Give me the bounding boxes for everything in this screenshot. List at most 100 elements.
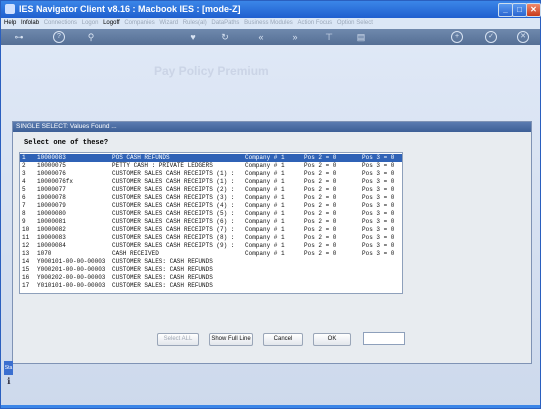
menu-infolab[interactable]: Infolab (21, 20, 39, 26)
list-item-code: 10000076 (37, 170, 66, 177)
list-item-pos2: Pos 2 = 0 (304, 194, 337, 201)
list-item-pos3: Pos 3 = 0 (362, 250, 395, 257)
list-item[interactable]: 2 10000075 PETTY CASH : PRIVATE LEDGERS Com… (20, 162, 402, 170)
add-icon[interactable]: + (451, 31, 463, 43)
list-item-code: 10000076fx (37, 178, 74, 185)
list-icon[interactable]: ▤ (355, 31, 367, 43)
list-item[interactable]: 7 10000079 CUSTOMER SALES CASH RECEIPTS (4… (20, 202, 402, 210)
menu-help[interactable]: Help (4, 20, 16, 26)
list-item-pos3: Pos 3 = 0 (362, 162, 395, 169)
title-bar[interactable]: IES Navigator Client v8.16 : Macbook IES… (1, 1, 541, 18)
list-item-company: Company # 1 (245, 186, 285, 193)
list-item-pos2: Pos 2 = 0 (304, 226, 337, 233)
menu-logoff[interactable]: Logoff (103, 20, 120, 26)
list-item-num: 11 (22, 234, 30, 241)
list-item-pos3: Pos 3 = 0 (362, 218, 395, 225)
list-item-num: 3 (22, 170, 26, 177)
forward-icon[interactable]: » (289, 31, 301, 43)
list-item-company: Company # 1 (245, 226, 285, 233)
menu-action-focus[interactable]: Action Focus (297, 20, 332, 26)
list-item[interactable]: 11 10000083 CUSTOMER SALES CASH RECEIPTS (… (20, 234, 402, 242)
list-item[interactable]: 13 1070 CASH RECEIVED Company # 1 Pos 2 = 0 P… (20, 250, 402, 258)
list-item-code: 10000083 (37, 234, 66, 241)
menu-wizard[interactable]: Wizard (159, 20, 178, 26)
list-item-company: Company # 1 (245, 202, 285, 209)
list-item-code: 10000081 (37, 218, 66, 225)
values-list[interactable]: 1 10000083 POS CASH REFUNDS Company # 1 Pos … (19, 152, 403, 294)
goto-input[interactable] (363, 332, 405, 345)
list-item-code: 10000078 (37, 194, 66, 201)
list-item[interactable]: 9 10000081 CUSTOMER SALES CASH RECEIPTS (6… (20, 218, 402, 226)
list-item-num: 2 (22, 162, 26, 169)
menu-rules[interactable]: Rules(al) (183, 20, 207, 26)
list-item-pos2: Pos 2 = 0 (304, 250, 337, 257)
list-item[interactable]: 17 Y010101-00-00-00003 CUSTOMER SALES: CAS… (20, 282, 402, 290)
list-item-pos3: Pos 3 = 0 (362, 154, 395, 161)
close-icon[interactable]: ✕ (517, 31, 529, 43)
check-icon[interactable]: ✓ (485, 31, 497, 43)
list-item[interactable]: 8 10000080 CUSTOMER SALES CASH RECEIPTS (5… (20, 210, 402, 218)
list-item-company: Company # 1 (245, 178, 285, 185)
list-item[interactable]: 5 10000077 CUSTOMER SALES CASH RECEIPTS (2… (20, 186, 402, 194)
list-item-desc: CUSTOMER SALES: CASH REFUNDS (112, 266, 213, 273)
list-item-code: 1070 (37, 250, 52, 257)
list-item[interactable]: 3 10000076 CUSTOMER SALES CASH RECEIPTS (1… (20, 170, 402, 178)
list-item-num: 13 (22, 250, 30, 257)
select-all-button[interactable]: Select ALL (157, 333, 199, 346)
list-item-num: 1 (22, 154, 26, 161)
menu-companies[interactable]: Companies (124, 20, 154, 26)
filter-icon[interactable]: ⊤ (323, 31, 335, 43)
heart-icon[interactable]: ♥ (187, 31, 199, 43)
list-item-code: 10000077 (37, 186, 66, 193)
show-full-line-button[interactable]: Show Full Line (209, 333, 253, 346)
list-item-company: Company # 1 (245, 250, 285, 257)
menu-logon[interactable]: Logon (82, 20, 99, 26)
list-item[interactable]: 16 Y000202-00-00-00003 CUSTOMER SALES: CAS… (20, 274, 402, 282)
refresh-icon[interactable]: ↻ (219, 31, 231, 43)
list-item-company: Company # 1 (245, 242, 285, 249)
list-item-desc: CUSTOMER SALES: CASH REFUNDS (112, 282, 213, 289)
key-icon[interactable]: ⊶ (9, 31, 29, 43)
list-item-desc: CASH RECEIVED (112, 250, 159, 257)
list-item-num: 16 (22, 274, 30, 281)
list-item-desc: CUSTOMER SALES: CASH REFUNDS (112, 274, 213, 281)
menu-bar: Help Infolab Connections Logon Logoff Co… (1, 18, 540, 29)
list-item-num: 6 (22, 194, 26, 201)
menu-option-select[interactable]: Option Select (337, 20, 373, 26)
close-button[interactable]: ✕ (526, 3, 541, 17)
menu-business-modules[interactable]: Business Modules (244, 20, 293, 26)
list-item[interactable]: 4 10000076fx CUSTOMER SALES CASH RECEIPTS … (20, 178, 402, 186)
menu-datapaths[interactable]: DataPaths (211, 20, 239, 26)
menu-connections[interactable]: Connections (44, 20, 77, 26)
list-item-pos2: Pos 2 = 0 (304, 170, 337, 177)
list-item[interactable]: 6 10000078 CUSTOMER SALES CASH RECEIPTS (3… (20, 194, 402, 202)
info-icon[interactable]: ℹ (7, 377, 10, 387)
list-item-company: Company # 1 (245, 194, 285, 201)
list-item-num: 9 (22, 218, 26, 225)
list-item-num: 7 (22, 202, 26, 209)
ok-button[interactable]: OK (313, 333, 351, 346)
list-item-pos3: Pos 3 = 0 (362, 210, 395, 217)
back-icon[interactable]: « (255, 31, 267, 43)
side-tab[interactable]: Sta (4, 361, 13, 375)
maximize-button[interactable]: □ (512, 3, 527, 17)
page-title: Pay Policy Premium (154, 64, 269, 78)
app-window: IES Navigator Client v8.16 : Macbook IES… (0, 0, 541, 409)
list-item-num: 12 (22, 242, 30, 249)
search-icon[interactable]: ⚲ (85, 31, 97, 43)
help-icon[interactable]: ? (53, 31, 65, 43)
cancel-button[interactable]: Cancel (263, 333, 303, 346)
list-item[interactable]: 14 Y000101-00-00-00003 CUSTOMER SALES: CAS… (20, 258, 402, 266)
list-item-pos2: Pos 2 = 0 (304, 218, 337, 225)
toolbar: ⊶ ? ⚲ ♥ ↻ « » ⊤ ▤ + ✓ ✕ (1, 29, 540, 45)
list-item-desc: CUSTOMER SALES: CASH REFUNDS (112, 258, 213, 265)
list-item[interactable]: 15 Y000201-00-00-00003 CUSTOMER SALES: CAS… (20, 266, 402, 274)
list-item[interactable]: 1 10000083 POS CASH REFUNDS Company # 1 Pos … (20, 154, 402, 162)
list-item-desc: CUSTOMER SALES CASH RECEIPTS (2) : (112, 186, 235, 193)
list-item-num: 15 (22, 266, 30, 273)
status-bar (1, 405, 540, 408)
minimize-button[interactable]: _ (498, 3, 513, 17)
list-item[interactable]: 10 10000082 CUSTOMER SALES CASH RECEIPTS (… (20, 226, 402, 234)
list-item-code: 10000080 (37, 210, 66, 217)
list-item[interactable]: 12 10000084 CUSTOMER SALES CASH RECEIPTS (… (20, 242, 402, 250)
